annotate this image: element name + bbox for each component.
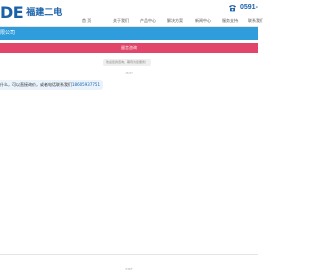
company-bar: 限公司 [0,27,258,40]
nav-item-home[interactable]: 首 页 [82,16,113,25]
company-name: 限公司 [0,30,16,36]
nav-item-news[interactable]: 新闻中心 [195,16,222,25]
main-nav: 首 页 关于我们 产品中心 解决方案 新闻中心 服务支持 联系我们 [82,16,263,25]
chat-header: 留言咨询 [0,43,258,53]
chat-title: 留言咨询 [121,45,137,50]
agent-message: 什么，可以直接询价，或者电话联系我们18605937751 [0,80,103,90]
nav-item-support[interactable]: 服务支持 [222,16,248,25]
agent-message-text: 什么，可以直接询价，或者电话联系我们 [0,82,72,87]
company-logo[interactable]: DE 福建二电 [0,3,62,23]
system-notice: 欢迎您的咨询，期待为您服务！ [103,59,152,66]
site-header: DE 福建二电 0591- 首 页 关于我们 产品中心 解决方案 新闻中心 服务… [0,0,263,27]
agent-message-phone[interactable]: 18605937751 [72,82,100,87]
nav-item-about[interactable]: 关于我们 [113,16,140,25]
logo-company-name: 福建二电 [26,8,63,18]
logo-mark: DE [0,3,24,22]
nav-item-contact[interactable]: 联系我们 [248,16,263,25]
phone-icon [229,5,236,12]
footer-credit: 53KF [125,267,133,271]
message-input-area[interactable] [0,254,258,264]
hotline: 0591- [228,3,258,13]
nav-item-solutions[interactable]: 解决方案 [167,16,195,25]
message-timestamp: 15:57 [125,71,133,75]
nav-item-products[interactable]: 产品中心 [140,16,167,25]
hotline-number: 0591- [240,4,258,11]
